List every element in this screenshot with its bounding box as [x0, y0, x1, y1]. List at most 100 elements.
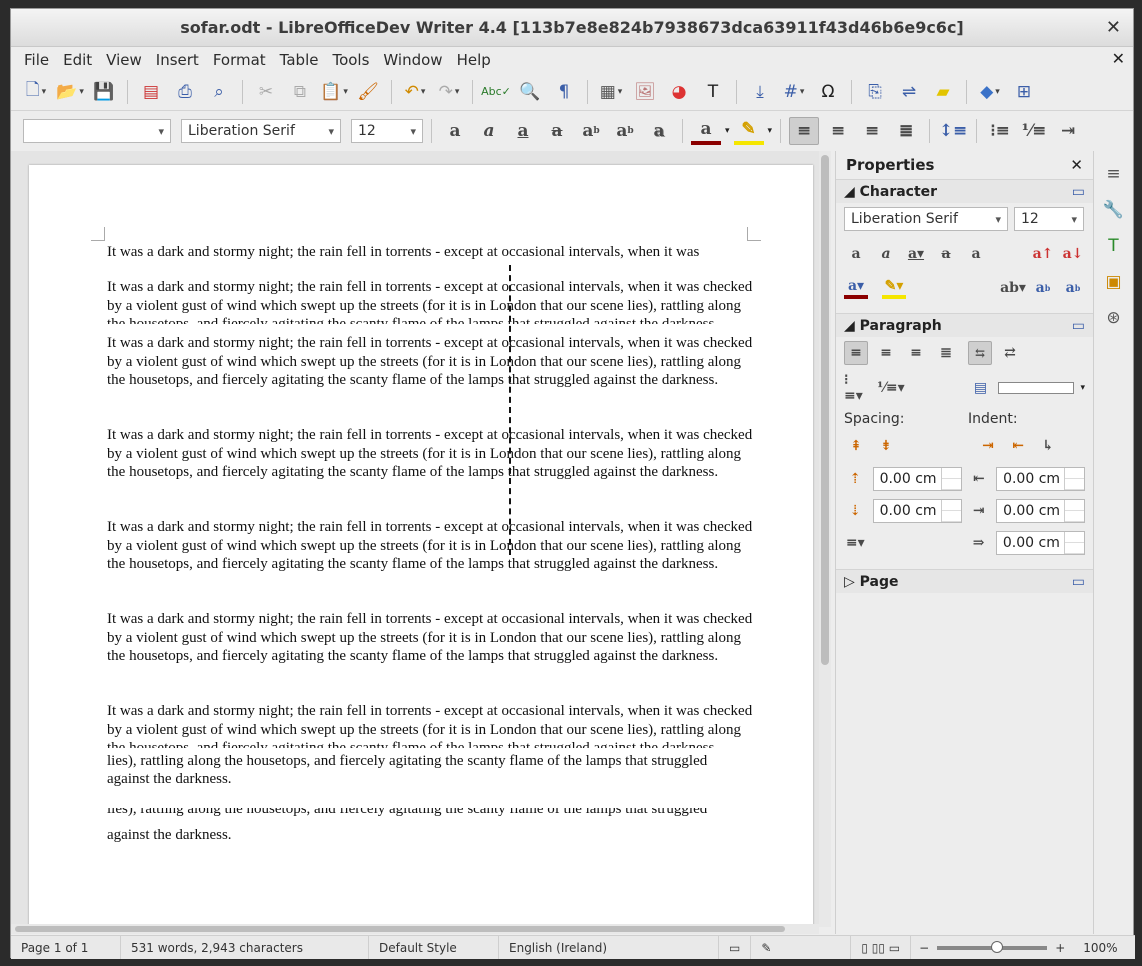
- underline-icon[interactable]: a: [508, 117, 538, 145]
- language[interactable]: English (Ireland): [499, 936, 719, 959]
- spinner-buttons[interactable]: [940, 468, 961, 490]
- find-replace-icon[interactable]: 🔍: [515, 78, 545, 106]
- align-left-icon[interactable]: ≡: [789, 117, 820, 145]
- align-right-icon[interactable]: ≡: [857, 117, 887, 145]
- menu-insert[interactable]: Insert: [149, 51, 206, 69]
- paste-icon[interactable]: 📋: [319, 78, 349, 106]
- insert-special-character-icon[interactable]: Ω: [813, 78, 843, 106]
- spinner-buttons[interactable]: [1063, 532, 1084, 554]
- save-icon[interactable]: 💾: [89, 78, 119, 106]
- document-area[interactable]: It was a dark and stormy night; the rain…: [11, 151, 819, 927]
- italic-icon[interactable]: a: [874, 243, 898, 265]
- zoom-in-icon[interactable]: +: [1055, 941, 1065, 955]
- track-changes-icon[interactable]: ⇌: [894, 78, 924, 106]
- insert-field-icon[interactable]: #: [779, 78, 809, 106]
- bullets-icon[interactable]: ⁝≡▾: [844, 372, 867, 404]
- text-direction-rtl-icon[interactable]: ⇄: [998, 342, 1022, 364]
- styles-icon[interactable]: T: [1101, 233, 1127, 259]
- first-line-indent-field[interactable]: 0.00 cm: [995, 531, 1085, 555]
- superscript-icon[interactable]: ab: [576, 117, 606, 145]
- page-style[interactable]: Default Style: [369, 936, 499, 959]
- align-left-icon[interactable]: ≡: [844, 341, 868, 365]
- justify-icon[interactable]: ≣: [934, 342, 958, 364]
- view-layout-icons[interactable]: ▯ ▯▯ ▭: [851, 936, 912, 959]
- shadow-icon[interactable]: a: [964, 243, 988, 265]
- chevron-down-icon[interactable]: ▾: [725, 126, 730, 136]
- menu-table[interactable]: Table: [273, 51, 326, 69]
- highlighting-icon[interactable]: ✎: [733, 117, 764, 145]
- character-spacing-icon[interactable]: ab▾: [1000, 277, 1026, 299]
- vertical-scrollbar[interactable]: [819, 151, 831, 927]
- bold-icon[interactable]: a: [844, 243, 868, 265]
- redo-icon[interactable]: ↷: [434, 78, 464, 106]
- menu-file[interactable]: File: [17, 51, 56, 69]
- spinner-buttons[interactable]: [940, 500, 961, 522]
- strikethrough-icon[interactable]: a: [542, 117, 572, 145]
- show-draw-functions-icon[interactable]: ⊞: [1009, 78, 1039, 106]
- increase-font-icon[interactable]: a↑: [1031, 243, 1055, 265]
- bold-icon[interactable]: a: [440, 117, 470, 145]
- insert-text-box-icon[interactable]: T: [698, 78, 728, 106]
- page-count[interactable]: Page 1 of 1: [11, 936, 121, 959]
- scroll-thumb[interactable]: [15, 926, 785, 932]
- more-options-icon[interactable]: ▭: [1072, 318, 1085, 334]
- underline-icon[interactable]: a▾: [904, 243, 928, 265]
- document-close-icon[interactable]: ✕: [1112, 49, 1125, 68]
- hanging-indent-icon[interactable]: ↳: [1036, 435, 1060, 457]
- chevron-down-icon[interactable]: ▾: [1080, 383, 1085, 393]
- window-close-icon[interactable]: ✕: [1106, 17, 1121, 38]
- paragraph-style-combo[interactable]: ▾: [23, 119, 171, 143]
- chevron-down-icon[interactable]: ▾: [768, 126, 773, 136]
- strikethrough-icon[interactable]: a: [934, 243, 958, 265]
- page-section-header[interactable]: ▷ Page ▭: [836, 569, 1093, 593]
- copy-icon[interactable]: ⧉: [285, 78, 315, 106]
- paragraph-section-header[interactable]: ◢ Paragraph ▭: [836, 313, 1093, 337]
- zoom-level[interactable]: 100%: [1083, 941, 1117, 955]
- zoom-out-icon[interactable]: −: [919, 941, 929, 955]
- sidebar-font-size-combo[interactable]: 12 ▾: [1014, 207, 1084, 231]
- menu-edit[interactable]: Edit: [56, 51, 99, 69]
- font-color-icon[interactable]: a: [691, 117, 721, 145]
- font-color-icon[interactable]: a▾: [844, 277, 868, 299]
- decrease-indent-icon[interactable]: ⇤: [1006, 435, 1030, 457]
- spinner-buttons[interactable]: [1064, 500, 1084, 522]
- print-preview-icon[interactable]: ⌕: [204, 78, 234, 106]
- align-center-icon[interactable]: ≡: [874, 342, 898, 364]
- close-icon[interactable]: ✕: [1070, 156, 1083, 174]
- decrease-spacing-icon[interactable]: ⇟: [874, 435, 898, 457]
- insert-chart-icon[interactable]: ◕: [664, 78, 694, 106]
- above-spacing-field[interactable]: 0.00 cm: [872, 467, 962, 491]
- document-modified-icon[interactable]: ✎: [751, 936, 852, 959]
- new-document-icon[interactable]: 🗋: [21, 78, 51, 106]
- background-color-swatch[interactable]: [997, 382, 1075, 394]
- font-name-combo[interactable]: Liberation Serif ▾: [181, 119, 341, 143]
- line-spacing-icon[interactable]: ↕≡: [938, 117, 968, 145]
- export-pdf-icon[interactable]: ▤: [136, 78, 166, 106]
- properties-wrench-icon[interactable]: 🔧: [1101, 197, 1127, 223]
- justify-icon[interactable]: ≣: [891, 117, 921, 145]
- menu-view[interactable]: View: [99, 51, 149, 69]
- line-spacing-icon[interactable]: ≡▾: [844, 532, 867, 554]
- insert-page-break-icon[interactable]: ⤓: [745, 78, 775, 106]
- sidebar-menu-icon[interactable]: ≡: [1101, 161, 1127, 187]
- italic-icon[interactable]: a: [474, 117, 504, 145]
- insert-table-icon[interactable]: ▦: [596, 78, 626, 106]
- formatting-marks-icon[interactable]: ¶: [549, 78, 579, 106]
- scroll-thumb[interactable]: [821, 155, 829, 665]
- sidebar-font-name-combo[interactable]: Liberation Serif ▾: [844, 207, 1008, 231]
- subscript-icon[interactable]: ab: [1061, 277, 1085, 299]
- insert-image-icon[interactable]: 🖼: [630, 78, 660, 106]
- decrease-font-icon[interactable]: a↓: [1061, 243, 1085, 265]
- character-section-header[interactable]: ◢ Character ▭: [836, 179, 1093, 203]
- after-indent-field[interactable]: 0.00 cm: [996, 499, 1085, 523]
- menu-help[interactable]: Help: [450, 51, 498, 69]
- text-direction-ltr-icon[interactable]: ⇆: [968, 341, 992, 365]
- navigator-icon[interactable]: ⊛: [1101, 305, 1127, 331]
- word-count[interactable]: 531 words, 2,943 characters: [121, 936, 369, 959]
- increase-indent-icon[interactable]: ⇥: [976, 435, 1000, 457]
- insert-footnote-icon[interactable]: ⎘: [860, 78, 890, 106]
- clone-formatting-icon[interactable]: 🖌: [353, 78, 383, 106]
- spelling-icon[interactable]: Abc✓: [481, 78, 511, 106]
- menu-window[interactable]: Window: [376, 51, 449, 69]
- font-size-combo[interactable]: 12 ▾: [351, 119, 423, 143]
